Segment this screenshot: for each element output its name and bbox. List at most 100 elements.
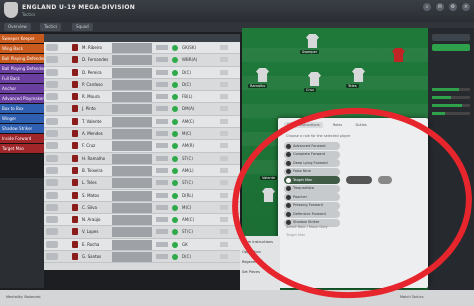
player-name[interactable]: F. Cruz xyxy=(82,143,95,148)
top-icons: ⌕ ✉ ⚙ × xyxy=(423,3,470,11)
status-dot-icon xyxy=(172,241,178,248)
player-row[interactable]: L. Teles ST(C) xyxy=(44,177,240,190)
stat-strip xyxy=(112,129,152,140)
role-row[interactable]: Ball Playing Defender xyxy=(0,64,44,74)
player-row[interactable]: S. Matos D(RL) xyxy=(44,189,240,202)
role-row[interactable]: Winger xyxy=(0,114,44,124)
player-name[interactable]: L. Teles xyxy=(82,180,97,185)
player-name[interactable]: V. Lopes xyxy=(82,229,98,234)
player-row[interactable]: J. Pinto DM(A) xyxy=(44,103,240,116)
role-row[interactable]: Inside Forward xyxy=(0,134,44,144)
player-name[interactable]: B. Teixeira xyxy=(82,168,103,173)
player-name[interactable]: H. Ramalho xyxy=(82,156,105,161)
stat-strip xyxy=(112,55,152,66)
match-tactics-button[interactable]: Match Tactics xyxy=(400,295,424,299)
player-shirt-icon[interactable] xyxy=(352,68,365,82)
position-box xyxy=(46,142,58,150)
nationality-box xyxy=(156,254,168,260)
shirt-icon xyxy=(72,80,78,88)
player-row[interactable]: D. Fernandes WBR(A) xyxy=(44,54,240,67)
stat-bar xyxy=(432,88,470,91)
shirt-icon xyxy=(72,154,78,162)
player-name[interactable]: N. Araújo xyxy=(82,217,100,222)
role-row[interactable]: Ball Playing Defender xyxy=(0,54,44,64)
quick-pick-button[interactable] xyxy=(432,34,470,41)
shirt-icon xyxy=(72,166,78,174)
player-row[interactable]: C. Silva M(C) xyxy=(44,202,240,215)
role-row[interactable]: Sweeper Keeper xyxy=(0,34,44,44)
mini-indicator xyxy=(220,45,228,50)
stat-strip xyxy=(112,67,152,78)
role-row[interactable]: Target Man xyxy=(0,144,44,154)
player-role: D(C) xyxy=(182,254,191,260)
player-shirt-icon[interactable] xyxy=(256,68,269,82)
player-name[interactable]: T. Valente xyxy=(82,119,102,124)
mentality-label: Mentality: Balanced xyxy=(6,295,41,299)
player-shirt-icon[interactable] xyxy=(306,34,319,48)
player-row[interactable]: F. Cruz AM(R) xyxy=(44,140,240,153)
player-name[interactable]: D. Fernandes xyxy=(82,57,108,62)
shirt-icon xyxy=(72,240,78,248)
status-dot-icon xyxy=(172,57,178,64)
tab-squad[interactable]: Squad xyxy=(72,23,93,31)
close-icon[interactable]: × xyxy=(462,3,470,11)
player-name[interactable]: C. Silva xyxy=(82,205,97,210)
tab-overview[interactable]: Overview xyxy=(4,23,31,31)
nationality-box xyxy=(156,241,168,247)
player-row[interactable]: M. Ribeiro GK(SK) xyxy=(44,42,240,55)
stat-strip xyxy=(112,252,152,263)
player-shirt-icon[interactable] xyxy=(392,48,405,62)
player-row[interactable]: R. Moura FB(L) xyxy=(44,91,240,104)
tab-tactics[interactable]: Tactics xyxy=(40,23,62,31)
bottom-line[interactable]: Set Pieces xyxy=(242,270,260,274)
player-name[interactable]: D. Pereira xyxy=(82,70,102,75)
player-name[interactable]: R. Moura xyxy=(82,94,100,99)
player-row[interactable]: B. Teixeira AM(L) xyxy=(44,164,240,178)
player-role: FB(L) xyxy=(182,94,193,100)
status-dot-icon xyxy=(172,155,178,162)
player-name[interactable]: M. Ribeiro xyxy=(82,45,102,50)
nationality-box xyxy=(156,229,168,235)
shirt-icon xyxy=(72,142,78,150)
player-name[interactable]: G. Santos xyxy=(82,254,101,259)
settings-icon[interactable]: ⚙ xyxy=(449,3,457,11)
player-row[interactable]: V. Lopes ST(C) xyxy=(44,226,240,239)
role-row[interactable]: Advanced Playmaker xyxy=(0,94,44,104)
nationality-box xyxy=(156,143,168,149)
position-box xyxy=(46,191,58,199)
player-row[interactable]: A. Mendes M(C) xyxy=(44,128,240,141)
player-row[interactable]: N. Araújo AM(C) xyxy=(44,214,240,227)
role-row[interactable]: Anchor xyxy=(0,84,44,94)
mini-indicator xyxy=(220,118,228,124)
role-row[interactable]: Shadow Striker xyxy=(0,124,44,134)
player-row[interactable]: H. Ramalho ST(C) xyxy=(44,153,240,165)
player-shirt-icon[interactable] xyxy=(308,72,321,86)
player-name[interactable]: A. Mendes xyxy=(82,131,103,136)
player-row[interactable]: D. Pereira D(C) xyxy=(44,66,240,79)
role-row[interactable]: Box to Box xyxy=(0,104,44,114)
player-row[interactable]: P. Cardoso D(C) xyxy=(44,79,240,92)
role-row[interactable]: Wing Back xyxy=(0,44,44,54)
status-dot-icon xyxy=(172,81,178,88)
status-dot-icon xyxy=(172,217,178,224)
player-row[interactable]: T. Valente AM(C) xyxy=(44,115,240,129)
player-role: ST(C) xyxy=(182,155,193,161)
inbox-icon[interactable]: ✉ xyxy=(436,3,444,11)
stat-bar xyxy=(432,112,470,115)
player-row[interactable]: E. Rocha GK xyxy=(44,238,240,252)
player-name[interactable]: J. Pinto xyxy=(82,106,96,111)
player-role: AM(C) xyxy=(182,118,195,124)
nationality-box xyxy=(156,167,168,173)
search-icon[interactable]: ⌕ xyxy=(423,3,431,11)
shirt-icon xyxy=(72,191,78,199)
stat-strip xyxy=(112,239,152,250)
role-row[interactable]: Full Back xyxy=(0,74,44,84)
player-name[interactable]: E. Rocha xyxy=(82,242,99,247)
player-role: D(RL) xyxy=(182,192,194,198)
overview-button[interactable] xyxy=(432,44,470,51)
club-crest-icon[interactable] xyxy=(4,2,18,18)
player-name[interactable]: S. Matos xyxy=(82,193,99,198)
player-row[interactable]: G. Santos D(C) xyxy=(44,251,240,264)
player-name[interactable]: P. Cardoso xyxy=(82,82,103,87)
status-dot-icon xyxy=(172,94,178,101)
